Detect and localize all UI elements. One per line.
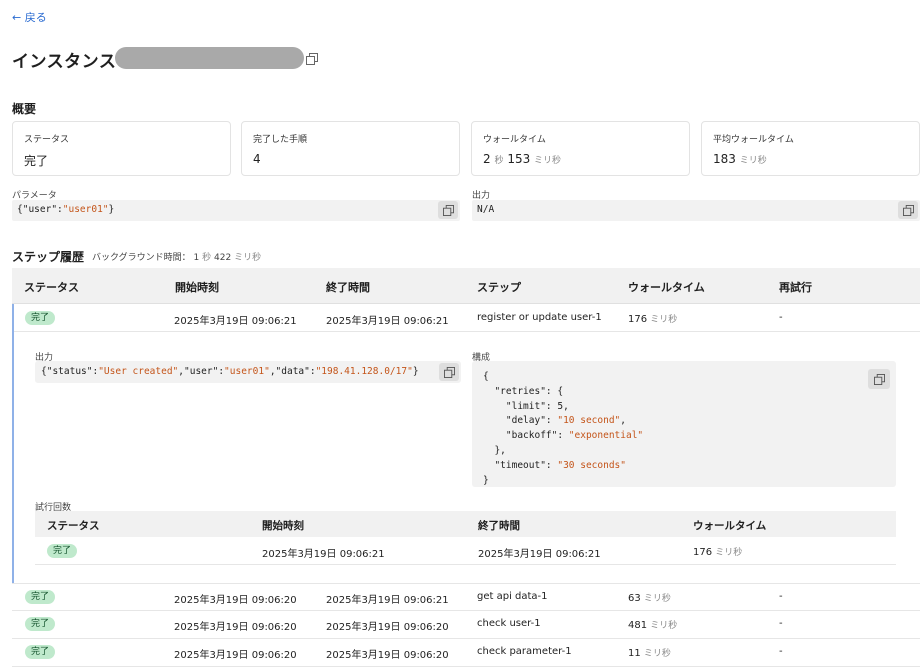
- column-header: ウォールタイム: [693, 520, 767, 532]
- unit: ミリ秒: [534, 156, 562, 166]
- output-value: N/A: [477, 204, 495, 215]
- params-box: {"user":"user01"}: [12, 200, 460, 221]
- status-badge: 完了: [25, 590, 56, 604]
- copy-icon[interactable]: [306, 53, 318, 65]
- background-time: バックグラウンド時間： 1 秒 422 ミリ秒: [92, 253, 262, 263]
- completed-steps-card: 完了した手順 4: [241, 121, 460, 176]
- column-header: ウォールタイム: [628, 281, 705, 294]
- column-header: ステップ: [477, 281, 521, 294]
- step-history-heading: ステップ履歴: [12, 250, 85, 264]
- end-time: 2025年3月19日 09:06:20: [326, 650, 449, 661]
- step-name: check user-1: [477, 618, 541, 629]
- unit: ミリ秒: [739, 156, 767, 166]
- walltime-seconds: 2: [483, 152, 491, 166]
- avg-walltime-card: 平均ウォールタイム 183 ミリ秒: [701, 121, 920, 176]
- card-label: 平均ウォールタイム: [713, 135, 794, 145]
- detail-output-value: {"status":"User created","user":"user01"…: [41, 366, 419, 377]
- column-header: ステータス: [24, 281, 79, 294]
- column-header: 終了時間: [326, 281, 370, 294]
- card-value: 完了: [24, 154, 49, 168]
- start-time: 2025年3月19日 09:06:21: [262, 549, 385, 560]
- walltime-ms: 153: [507, 152, 531, 166]
- config-json: { "retries": { "limit": 5, "delay": "10 …: [483, 371, 644, 486]
- card-value: 4: [253, 152, 261, 166]
- status-badge: 完了: [25, 617, 56, 631]
- copy-icon[interactable]: [439, 363, 459, 381]
- status-badge: 完了: [47, 544, 78, 558]
- attempt-row: 完了 2025年3月19日 09:06:21 2025年3月19日 09:06:…: [35, 537, 896, 565]
- end-time: 2025年3月19日 09:06:20: [326, 622, 449, 633]
- start-time: 2025年3月19日 09:06:20: [174, 622, 297, 633]
- card-label: ステータス: [24, 135, 70, 145]
- column-header: 開始時刻: [262, 520, 304, 532]
- card-value: 2 秒 153 ミリ秒: [483, 152, 561, 166]
- overview-heading: 概要: [12, 102, 37, 116]
- wall-time: 176 ミリ秒: [693, 547, 743, 558]
- avg-walltime-value: 183: [713, 152, 736, 166]
- card-value: 183 ミリ秒: [713, 152, 767, 166]
- status-card: ステータス 完了: [12, 121, 231, 176]
- redacted-instance-id: [115, 47, 304, 69]
- steps-table-header: ステータス 開始時刻 終了時間 ステップ ウォールタイム 再試行: [12, 268, 920, 304]
- back-link[interactable]: ← 戻る: [12, 9, 47, 25]
- start-time: 2025年3月19日 09:06:20: [174, 650, 297, 661]
- end-time: 2025年3月19日 09:06:21: [478, 549, 601, 560]
- copy-icon[interactable]: [868, 369, 890, 389]
- table-row[interactable]: 完了 2025年3月19日 09:06:20 2025年3月19日 09:06:…: [12, 583, 920, 611]
- copy-icon[interactable]: [438, 201, 458, 219]
- params-value: {"user":"user01"}: [17, 204, 115, 215]
- copy-icon[interactable]: [898, 201, 918, 219]
- step-name: check parameter-1: [477, 646, 572, 657]
- attempts-table-header: ステータス 開始時刻 終了時間 ウォールタイム: [35, 511, 896, 537]
- wall-time: 63 ミリ秒: [628, 593, 671, 604]
- end-time: 2025年3月19日 09:06:21: [326, 595, 449, 606]
- unit: 秒: [494, 156, 504, 166]
- column-header: 開始時刻: [175, 281, 219, 294]
- wall-time: 11 ミリ秒: [628, 648, 671, 659]
- card-label: ウォールタイム: [483, 135, 546, 145]
- column-header: 再試行: [779, 281, 812, 294]
- column-header: ステータス: [47, 520, 100, 532]
- config-box: { "retries": { "limit": 5, "delay": "10 …: [472, 361, 896, 487]
- table-row[interactable]: 完了 2025年3月19日 09:06:20 2025年3月19日 09:06:…: [12, 639, 920, 667]
- card-label: 完了した手順: [253, 135, 308, 145]
- output-box: N/A: [472, 200, 920, 221]
- column-header: 終了時間: [478, 520, 520, 532]
- retry-count: -: [779, 591, 783, 602]
- detail-output-box: {"status":"User created","user":"user01"…: [35, 361, 461, 383]
- page-title: インスタンス: [12, 52, 117, 72]
- status-badge: 完了: [25, 645, 56, 659]
- retry-count: -: [779, 646, 783, 657]
- walltime-card: ウォールタイム 2 秒 153 ミリ秒: [471, 121, 690, 176]
- table-row[interactable]: 完了 2025年3月19日 09:06:20 2025年3月19日 09:06:…: [12, 611, 920, 639]
- start-time: 2025年3月19日 09:06:20: [174, 595, 297, 606]
- step-name: get api data-1: [477, 591, 548, 602]
- retry-count: -: [779, 618, 783, 629]
- wall-time: 481 ミリ秒: [628, 620, 678, 631]
